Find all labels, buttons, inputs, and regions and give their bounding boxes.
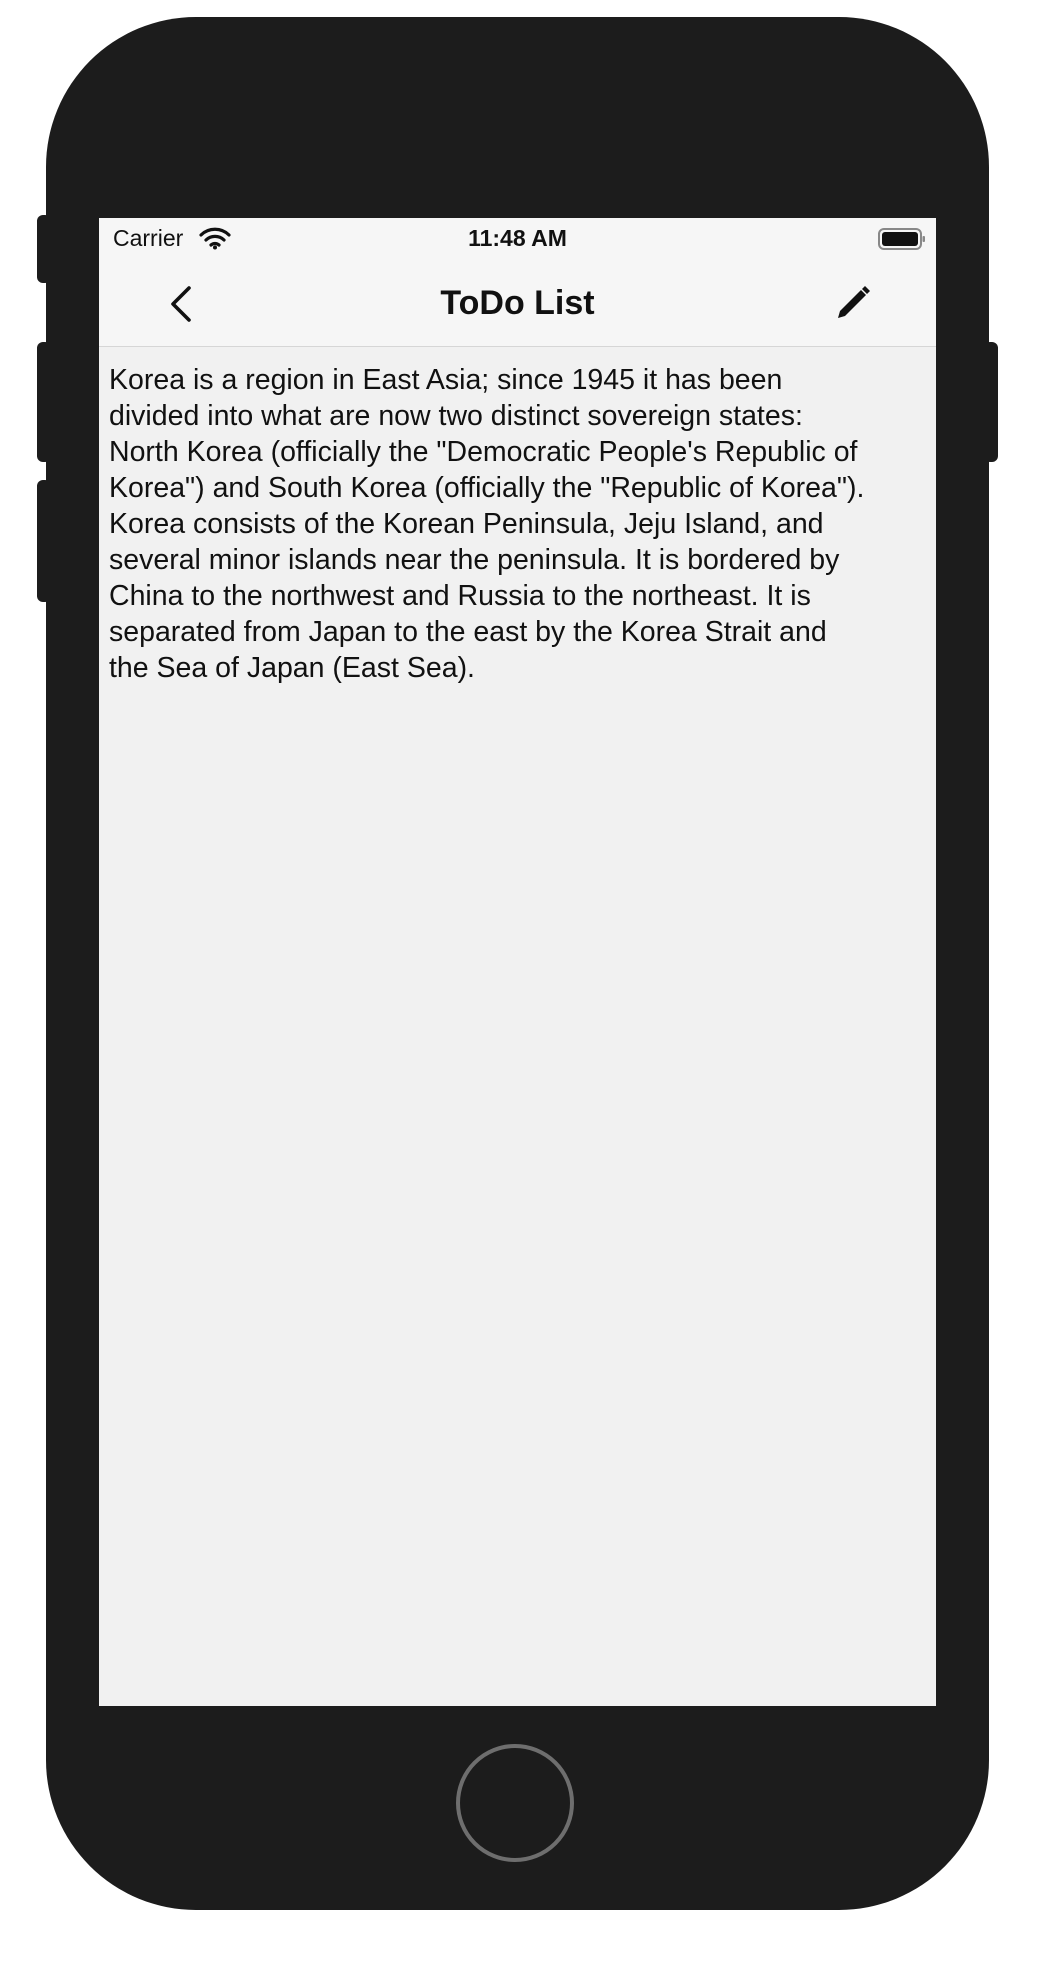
page-title: ToDo List [440,284,595,322]
status-bar: Carrier 11:48 AM [99,218,936,262]
navigation-bar: ToDo List [99,262,936,347]
edit-button[interactable] [828,280,876,328]
battery-full-icon [878,228,925,250]
screen: Carrier 11:48 AM ToDo List Korea is a re… [99,218,936,1706]
home-button[interactable] [456,1744,574,1862]
pencil-icon [838,286,870,318]
status-time: 11:48 AM [468,225,567,251]
todo-detail-text: Korea is a region in East Asia; since 19… [109,364,865,684]
